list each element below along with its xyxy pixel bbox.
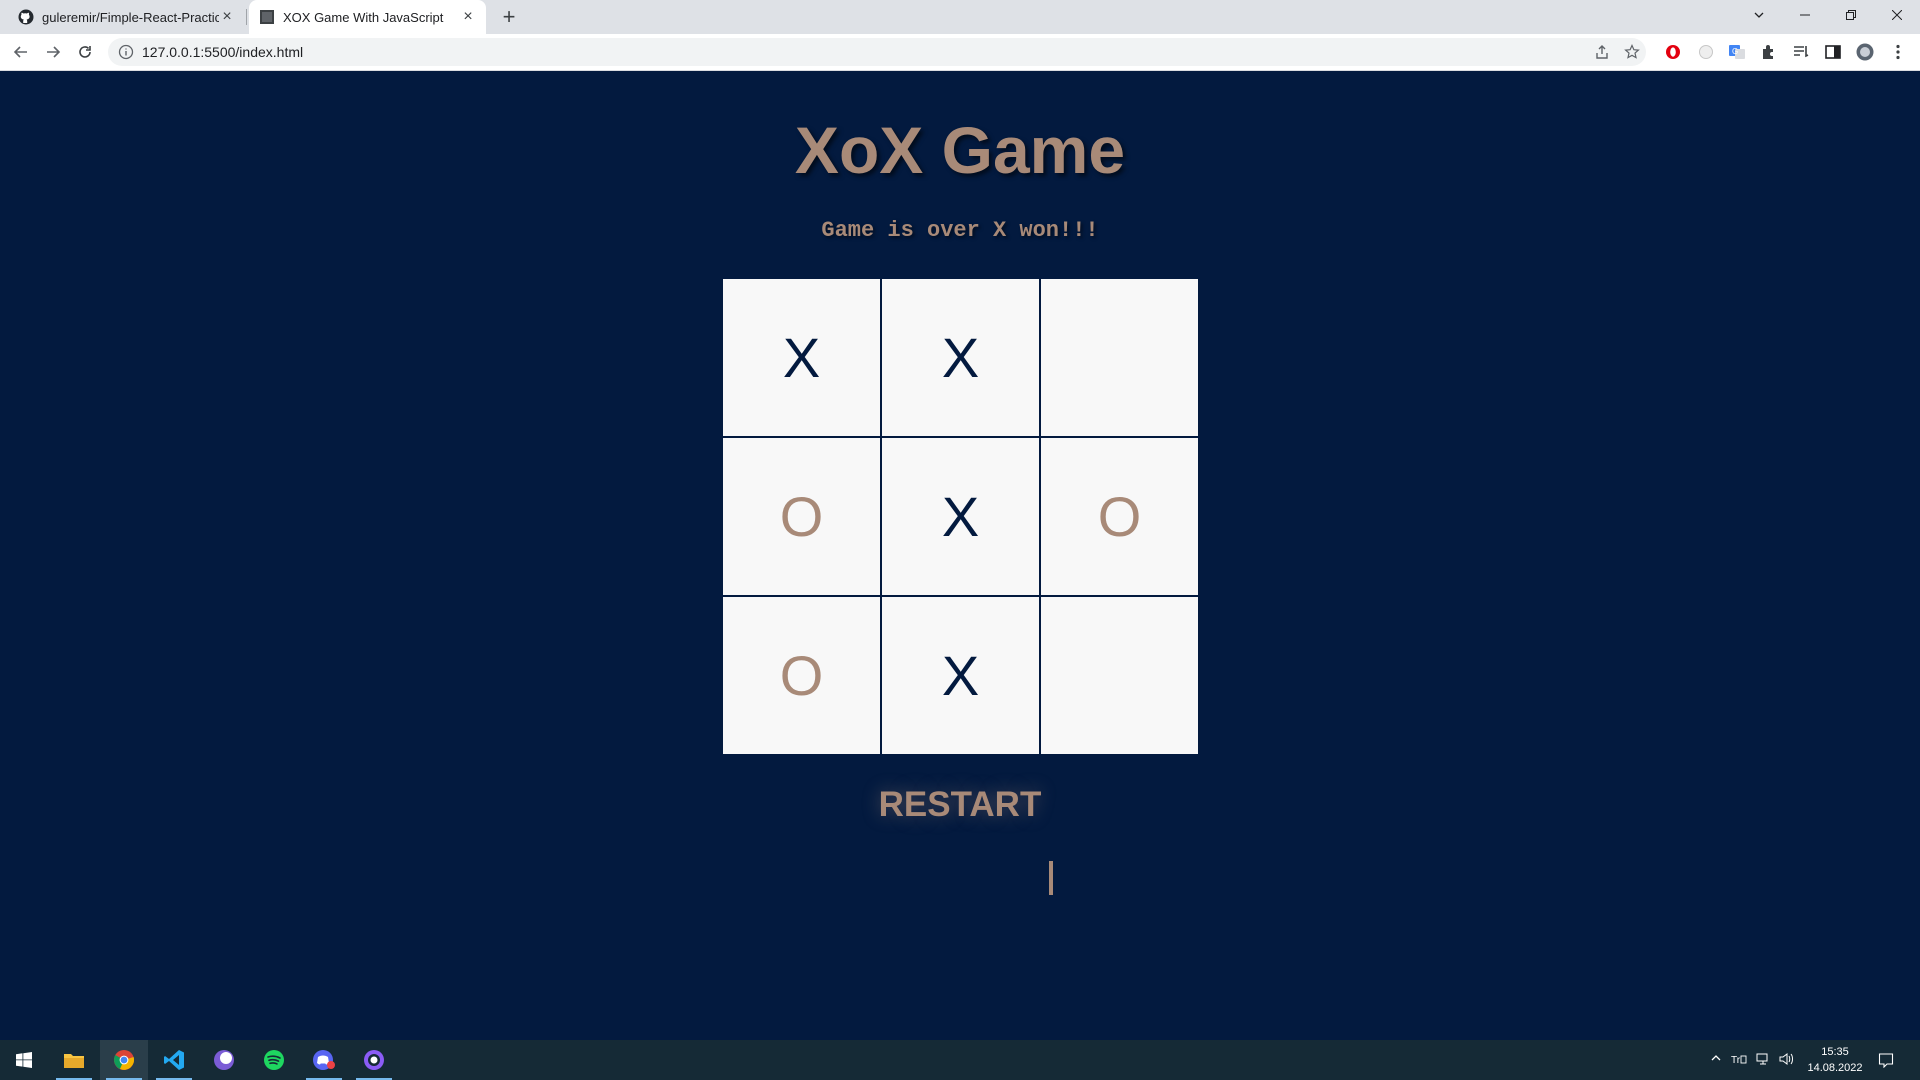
chrome-icon[interactable] (100, 1040, 148, 1080)
discord-icon[interactable] (300, 1040, 348, 1080)
clock-date: 14.08.2022 (1807, 1062, 1863, 1074)
notifications-icon[interactable] (1878, 1052, 1894, 1069)
tab-title: guleremir/Fimple-React-Practicum (42, 9, 219, 25)
board-cell[interactable]: O (722, 437, 881, 596)
close-window-icon[interactable] (1874, 0, 1920, 30)
text-cursor (1049, 861, 1053, 895)
reading-list-icon[interactable] (1792, 43, 1810, 61)
side-panel-icon[interactable] (1824, 43, 1842, 61)
bookmark-star-icon[interactable] (1624, 44, 1640, 60)
game-title: XoX Game (794, 113, 1126, 187)
menu-dots-icon[interactable] (1889, 43, 1907, 61)
extension-icon[interactable] (1697, 43, 1715, 61)
restart-button[interactable]: RESTART (860, 780, 1060, 830)
browser-icon[interactable] (200, 1040, 248, 1080)
tab-title: XOX Game With JavaScript (283, 9, 444, 25)
page-icon (260, 10, 274, 24)
board-cell[interactable]: X (881, 278, 1040, 437)
windows-start-icon[interactable] (0, 1040, 48, 1080)
share-icon[interactable] (1594, 44, 1610, 60)
url-text[interactable]: 127.0.0.1:5500/index.html (142, 44, 303, 60)
svg-text:G: G (1732, 47, 1738, 56)
reload-icon[interactable] (73, 40, 97, 64)
back-arrow-icon[interactable] (9, 40, 33, 64)
puzzle-extensions-icon[interactable] (1760, 43, 1778, 61)
tab-divider (246, 9, 247, 25)
board-cell[interactable] (1040, 278, 1199, 437)
info-icon[interactable] (118, 44, 134, 60)
restore-icon[interactable] (1828, 0, 1874, 30)
board-cell[interactable]: X (722, 278, 881, 437)
game-status: Game is over X won!!! (821, 218, 1099, 243)
close-icon[interactable]: × (460, 9, 476, 25)
clock-time: 15:35 (1821, 1046, 1849, 1058)
browser-toolbar: 127.0.0.1:5500/index.html G (0, 34, 1920, 71)
plus-icon[interactable]: + (497, 5, 521, 29)
forward-arrow-icon[interactable] (41, 40, 65, 64)
spotify-icon[interactable] (250, 1040, 298, 1080)
opera-extension-icon[interactable] (1664, 43, 1682, 61)
file-explorer-icon[interactable] (50, 1040, 98, 1080)
input-method-icon[interactable]: Tr (1731, 1052, 1747, 1068)
chevron-up-icon[interactable] (1708, 1052, 1724, 1068)
translate-icon[interactable]: G (1728, 43, 1746, 61)
network-icon[interactable] (1756, 1052, 1772, 1068)
board-cell[interactable]: O (722, 596, 881, 755)
vscode-icon[interactable] (150, 1040, 198, 1080)
board-cell[interactable]: O (1040, 437, 1199, 596)
taskbar: Tr 15:35 14.08.2022 (0, 1040, 1920, 1080)
address-bar[interactable]: 127.0.0.1:5500/index.html (108, 38, 1646, 66)
tab-search-icon[interactable] (1736, 0, 1782, 30)
system-clock[interactable]: 15:35 14.08.2022 (1800, 1044, 1870, 1076)
tab-github[interactable]: guleremir/Fimple-React-Practicum × (8, 0, 245, 34)
board-cell[interactable]: X (881, 596, 1040, 755)
volume-icon[interactable] (1779, 1052, 1795, 1068)
board-cell[interactable] (1040, 596, 1199, 755)
game-board: X X O X O O X (722, 278, 1199, 755)
minimize-icon[interactable] (1782, 0, 1828, 30)
avatar[interactable] (1856, 43, 1874, 61)
svg-text:Tr: Tr (1731, 1055, 1741, 1066)
browser-tab-bar: guleremir/Fimple-React-Practicum × XOX G… (0, 0, 1920, 34)
tab-xox-game[interactable]: XOX Game With JavaScript × (249, 0, 486, 34)
close-icon[interactable]: × (219, 9, 235, 25)
github-desktop-icon[interactable] (350, 1040, 398, 1080)
board-cell[interactable]: X (881, 437, 1040, 596)
github-icon (18, 9, 34, 25)
